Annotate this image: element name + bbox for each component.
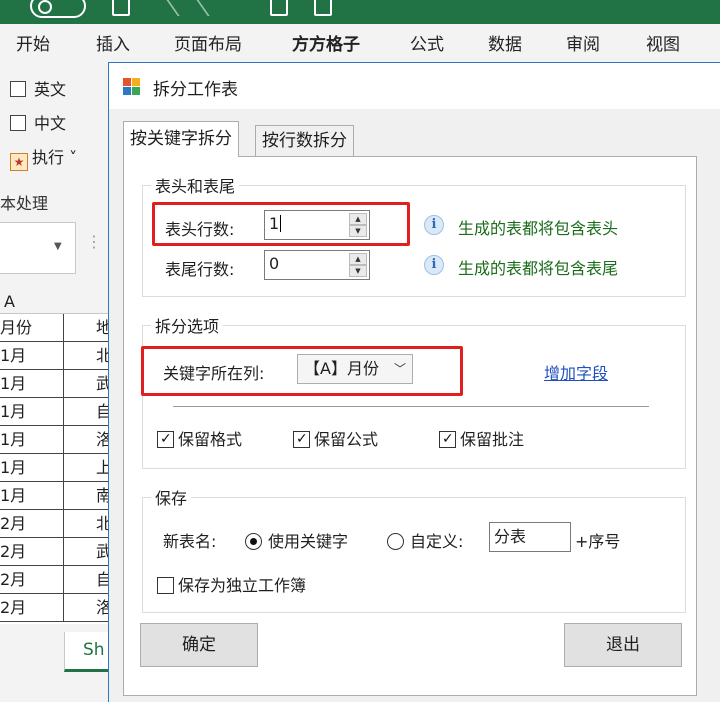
save-icon[interactable]: [112, 0, 130, 16]
app-icon: [123, 78, 141, 96]
ribbon-tab-formulas[interactable]: 公式: [410, 34, 444, 56]
ok-button[interactable]: 确定: [140, 623, 258, 667]
table-row[interactable]: 1月南: [0, 482, 110, 510]
table-row[interactable]: 1月自: [0, 398, 110, 426]
column-header-a[interactable]: A: [0, 288, 110, 314]
ribbon-tab-insert[interactable]: 插入: [96, 34, 130, 56]
footer-rows-stepper[interactable]: 0 ▲ ▼: [264, 250, 370, 280]
highlight-box: [141, 346, 463, 396]
checkbox-icon: [439, 431, 456, 448]
print-icon[interactable]: [270, 0, 288, 16]
tab-page: 表头和表尾 表头行数: 1 ▲ ▼ i 生成的表都将包含表头 表尾行数: 0 ▲ ▼…: [123, 156, 697, 696]
footer-rows-value: 0: [269, 254, 280, 273]
ribbon-tab-data[interactable]: 数据: [488, 34, 522, 56]
header-info-text: 生成的表都将包含表头: [458, 219, 619, 238]
table-row[interactable]: 月份地: [0, 314, 110, 342]
execute-button[interactable]: ★ 执行 ˅: [10, 148, 77, 171]
ribbon-group-label: 本处理: [0, 194, 49, 213]
checkbox-icon: [157, 431, 174, 448]
group-title: 拆分选项: [151, 313, 224, 337]
keep-formula-checkbox[interactable]: 保留公式: [293, 426, 378, 450]
radio-icon: [387, 533, 404, 550]
ribbon-tab-review[interactable]: 审阅: [566, 34, 600, 56]
increment-icon[interactable]: ▲: [349, 253, 367, 265]
english-checkbox[interactable]: 英文: [10, 80, 66, 100]
ribbon-tab-page-layout[interactable]: 页面布局: [174, 34, 242, 56]
custom-name-input[interactable]: 分表: [489, 522, 571, 552]
table-row[interactable]: 1月洛: [0, 426, 110, 454]
info-icon: i: [424, 215, 444, 235]
chinese-checkbox[interactable]: 中文: [10, 114, 66, 134]
name-box[interactable]: ▼: [0, 222, 76, 274]
sequence-suffix-label: +序号: [575, 532, 621, 551]
excel-titlebar: [0, 0, 720, 24]
radio-icon: [245, 533, 262, 550]
checkbox-icon: [157, 577, 174, 594]
autosave-toggle[interactable]: [30, 0, 86, 18]
table-row[interactable]: 2月北: [0, 510, 110, 538]
table-row[interactable]: 1月北: [0, 342, 110, 370]
highlight-box: [152, 202, 410, 246]
ribbon-tab-view[interactable]: 视图: [646, 34, 680, 56]
table-row[interactable]: 2月自: [0, 566, 110, 594]
dialog-title: 拆分工作表: [153, 80, 238, 100]
header-footer-group: 表头和表尾 表头行数: 1 ▲ ▼ i 生成的表都将包含表头 表尾行数: 0 ▲ ▼…: [142, 173, 686, 297]
split-options-group: 拆分选项 关键字所在列: 【A】月份﹀ 增加字段 保留格式 保留公式 保留批注: [141, 313, 686, 469]
formula-bar-grip-icon: ⋮: [86, 232, 102, 251]
chevron-down-icon: ▼: [54, 241, 62, 252]
group-title: 表头和表尾: [151, 173, 240, 197]
save-group: 保存 新表名: 使用关键字 自定义: 分表 +序号 保存为独立工作簿: [142, 485, 686, 613]
keep-comment-checkbox[interactable]: 保留批注: [439, 426, 524, 450]
info-icon: i: [424, 255, 444, 275]
table-row[interactable]: 1月上: [0, 454, 110, 482]
spreadsheet-grid[interactable]: A 月份地 1月北 1月武 1月自 1月洛 1月上 1月南 2月北 2月武 2月…: [0, 288, 110, 624]
checkbox-icon: [293, 431, 310, 448]
tab-split-by-rows[interactable]: 按行数拆分: [255, 125, 354, 157]
checkbox-icon: [10, 115, 26, 131]
footer-rows-label: 表尾行数:: [165, 260, 235, 279]
table-row[interactable]: 2月洛: [0, 594, 110, 622]
group-title: 保存: [151, 485, 192, 509]
new-file-icon[interactable]: [314, 0, 332, 16]
ribbon-tab-home[interactable]: 开始: [16, 34, 50, 56]
ribbon-tab-fangfang[interactable]: 方方格子: [292, 34, 360, 56]
sheet-tabs-bar: Sh: [0, 624, 110, 702]
custom-name-radio[interactable]: 自定义:: [387, 528, 463, 552]
decrement-icon[interactable]: ▼: [349, 265, 367, 277]
divider: [173, 406, 649, 407]
tab-split-by-keyword[interactable]: 按关键字拆分: [123, 121, 239, 157]
sheet-tab[interactable]: Sh: [64, 632, 110, 672]
footer-info-text: 生成的表都将包含表尾: [458, 259, 619, 278]
table-row[interactable]: 2月武: [0, 538, 110, 566]
split-worksheet-dialog: 拆分工作表 按关键字拆分 按行数拆分 表头和表尾 表头行数: 1 ▲ ▼ i 生成…: [108, 62, 720, 702]
exit-button[interactable]: 退出: [564, 623, 682, 667]
dialog-titlebar[interactable]: 拆分工作表: [109, 63, 720, 109]
keep-format-checkbox[interactable]: 保留格式: [157, 426, 242, 450]
execute-icon: ★: [10, 153, 28, 171]
ribbon-tabs: 开始 插入 页面布局 方方格子 公式 数据 审阅 视图: [0, 24, 720, 66]
ribbon-panel: 英文 中文 ★ 执行 ˅ 本处理: [0, 66, 110, 216]
table-row[interactable]: 1月武: [0, 370, 110, 398]
use-keyword-radio[interactable]: 使用关键字: [245, 528, 348, 552]
save-as-workbook-checkbox[interactable]: 保存为独立工作簿: [157, 572, 306, 596]
checkbox-icon: [10, 81, 26, 97]
add-field-link[interactable]: 增加字段: [544, 360, 608, 384]
new-name-label: 新表名:: [163, 532, 217, 551]
